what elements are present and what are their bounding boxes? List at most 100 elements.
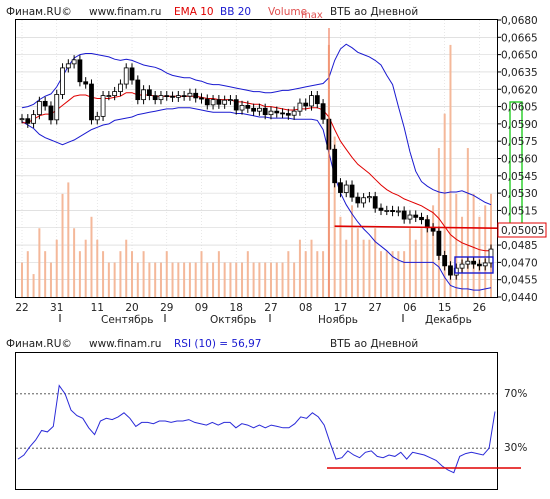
candle-body xyxy=(430,227,436,232)
candle-body xyxy=(216,99,222,105)
candle-body xyxy=(471,260,477,265)
month-label-sep: Сентябрь xyxy=(101,314,153,326)
volume-bar xyxy=(356,228,359,297)
volume-bar xyxy=(264,262,267,297)
price-x-tick-label: 29 xyxy=(160,302,173,314)
candle-body xyxy=(407,214,413,220)
candle-body xyxy=(71,59,77,65)
bb-upper-line xyxy=(21,43,492,206)
price-y-tick-label: 0,0680 xyxy=(501,15,538,27)
volume-bar xyxy=(38,228,41,297)
volume-bar xyxy=(455,193,458,297)
candle-body xyxy=(123,67,129,85)
volume-bar xyxy=(304,251,307,297)
rsi-level-30: 30% xyxy=(504,442,527,454)
price-y-axis: 0,0680 0,0665 0,0650 0,0635 0,0620 0,0605 0,05… xyxy=(497,15,538,304)
candle-body xyxy=(361,197,367,204)
candle-body xyxy=(245,105,251,109)
rsi-level-70: 70% xyxy=(504,388,527,400)
candle-body xyxy=(54,94,60,121)
volume-bar xyxy=(78,251,81,297)
candle-body xyxy=(152,95,158,101)
candle-body xyxy=(112,91,118,96)
price-x-tick-label: 31 xyxy=(50,302,63,314)
candle-body xyxy=(135,79,141,101)
candle-body xyxy=(60,67,65,95)
price-y-tick-label: 0,0650 xyxy=(501,50,538,62)
volume-bar xyxy=(32,274,35,297)
candle-body xyxy=(181,95,187,97)
volume-bar xyxy=(252,262,255,297)
price-y-tick-label: 0,0470 xyxy=(501,257,538,269)
candle-body xyxy=(233,99,239,111)
price-y-tick-label: 0,0620 xyxy=(501,84,538,96)
volume-bar xyxy=(298,239,301,297)
rsi-series-line xyxy=(17,384,496,474)
volume-bar xyxy=(229,262,232,297)
price-y-tick-label: 0,0530 xyxy=(501,188,538,200)
candle-body xyxy=(465,260,471,265)
volume-bar xyxy=(351,205,354,297)
volume-bar xyxy=(437,148,440,297)
candle-body xyxy=(343,184,349,193)
price-y-tick-label: 0,0440 xyxy=(501,292,538,304)
volume-bar xyxy=(235,262,238,297)
candle-body xyxy=(285,113,291,116)
candle-body xyxy=(89,83,94,121)
volume-bar xyxy=(183,262,186,297)
candle-body xyxy=(210,99,216,106)
price-y-tick-label: 0,0590 xyxy=(501,119,538,131)
volume-bar xyxy=(212,262,215,297)
volume-bar xyxy=(206,262,209,297)
candle-body xyxy=(314,95,320,105)
volume-bar xyxy=(397,251,400,297)
volume-bar xyxy=(177,262,180,297)
volume-bar xyxy=(26,251,29,297)
month-label-dec: Декабрь xyxy=(425,314,472,326)
candle-body xyxy=(309,95,314,107)
price-y-tick-label: 0,0545 xyxy=(501,171,538,183)
month-label-oct: Октябрь xyxy=(210,314,256,326)
price-source-label: Финам.RU© xyxy=(6,6,72,18)
price-y-tick-label: 0,0560 xyxy=(501,154,538,166)
volume-bar xyxy=(269,262,272,297)
candle-body xyxy=(367,196,372,199)
candle-body xyxy=(42,100,48,107)
price-x-tick-label: 09 xyxy=(195,302,208,314)
candle-body xyxy=(338,182,343,193)
candle-body xyxy=(268,110,274,116)
volume-bar xyxy=(61,193,64,297)
candle-body xyxy=(297,102,303,112)
candle-body xyxy=(442,255,448,267)
volume-bar xyxy=(136,262,139,297)
volume-bar xyxy=(293,262,296,297)
candle-body xyxy=(48,105,54,121)
volume-bar xyxy=(171,262,174,297)
volume-bar xyxy=(84,239,87,297)
price-y-tick-label: 0,0485 xyxy=(501,240,538,252)
volume-bar xyxy=(21,262,23,297)
price-y-tick-label: 0,0455 xyxy=(501,275,538,287)
volume-bar xyxy=(113,262,116,297)
volume-bar xyxy=(391,251,394,297)
candle-body xyxy=(303,102,309,107)
candle-body xyxy=(349,184,355,198)
price-y-tick-label: 0,0605 xyxy=(501,102,538,114)
volume-bar xyxy=(223,262,226,297)
volume-bar xyxy=(403,251,406,297)
candle-body xyxy=(19,118,25,121)
candle-body xyxy=(274,110,280,114)
candle-body xyxy=(170,95,175,98)
price-y-tick-label: 0,0575 xyxy=(501,136,538,148)
candle-body xyxy=(280,112,285,115)
candle-body xyxy=(384,210,390,212)
volume-bar xyxy=(154,262,157,297)
candle-body xyxy=(141,89,146,101)
candle-body xyxy=(25,118,31,124)
rsi-source-label: Финам.RU© xyxy=(6,338,72,350)
price-x-tick-label: 11 xyxy=(91,302,104,314)
volume-bar xyxy=(90,216,93,297)
price-y-tick-label: 0,0665 xyxy=(501,32,538,44)
price-chart-title: ВТБ ао Дневной xyxy=(330,6,418,18)
candle-body xyxy=(419,216,424,221)
